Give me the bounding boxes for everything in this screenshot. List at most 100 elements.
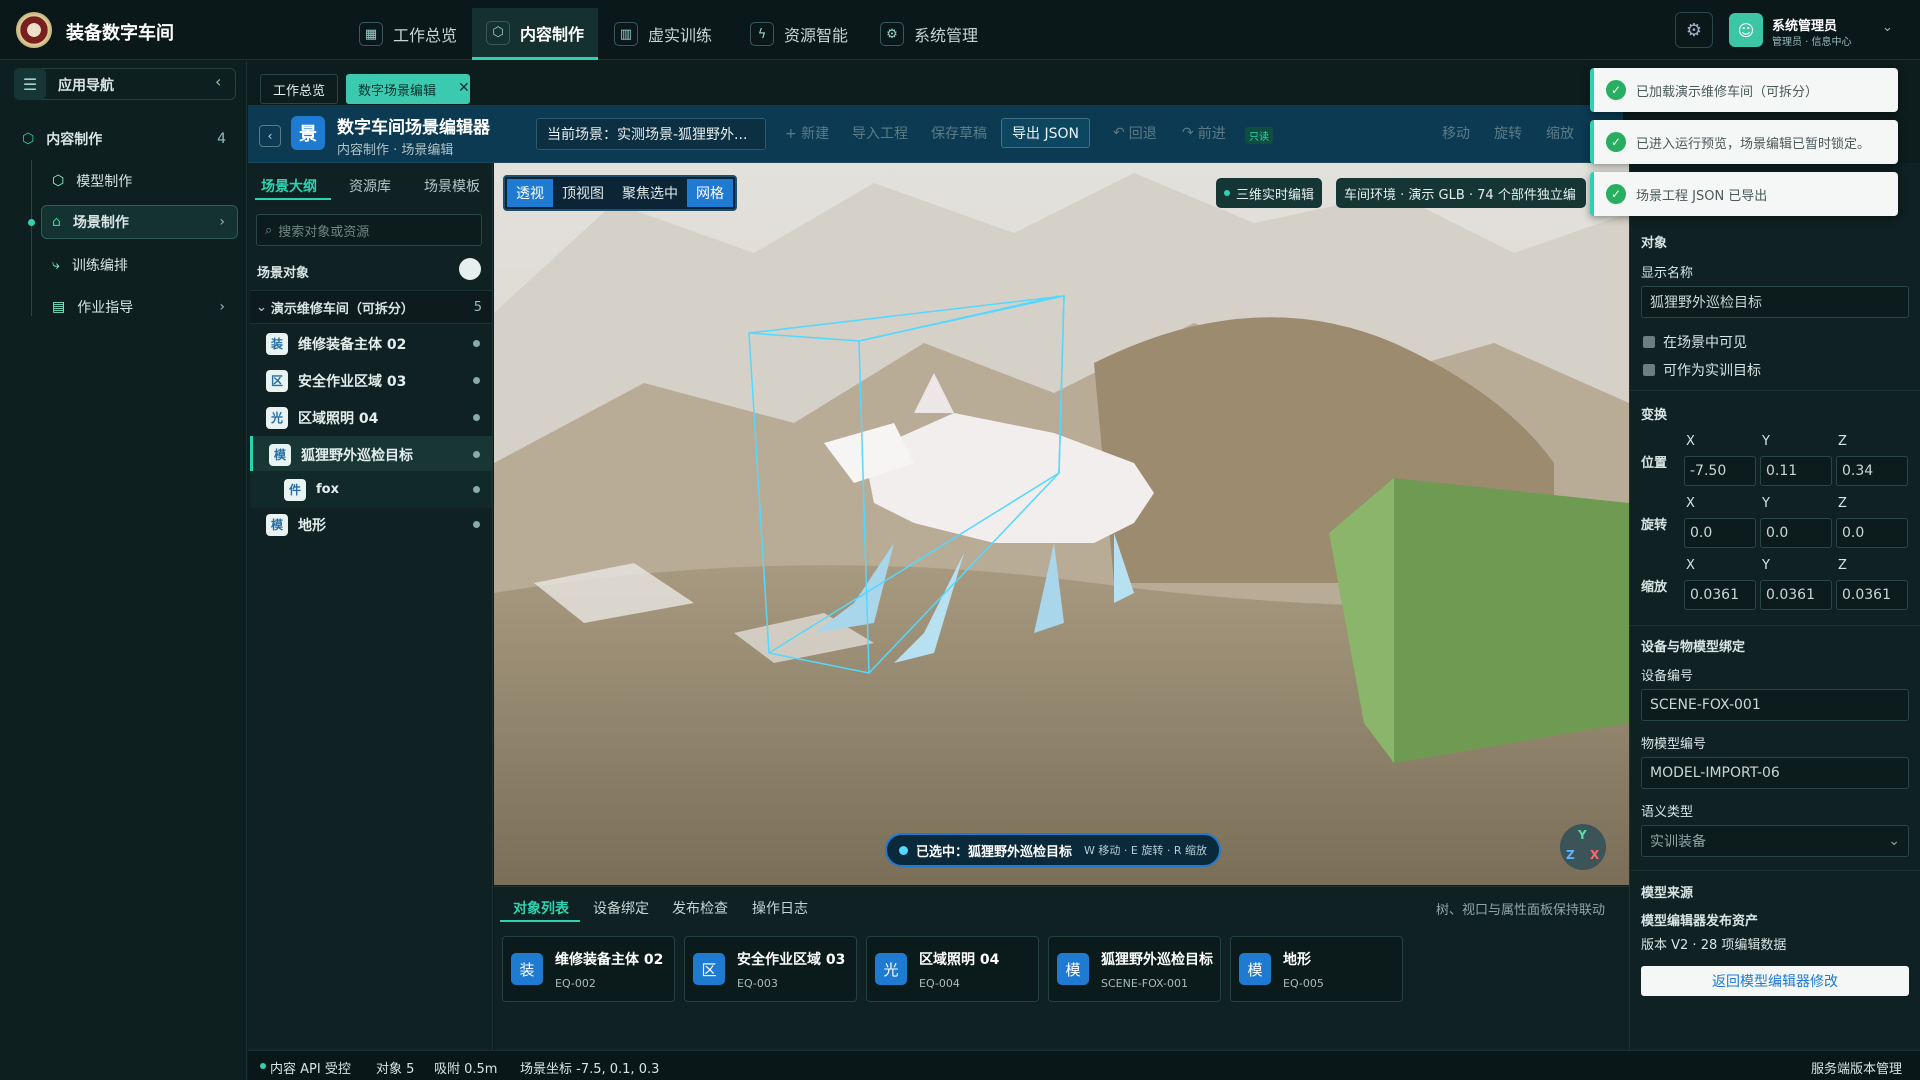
tab-outline[interactable]: 场景大纲 bbox=[261, 176, 317, 196]
save-button[interactable]: 保存草稿 bbox=[921, 118, 997, 148]
visibility-dot[interactable] bbox=[473, 377, 480, 384]
avatar[interactable]: ☺ bbox=[1729, 13, 1763, 47]
binding-heading: 设备与物模型绑定 bbox=[1641, 640, 1746, 655]
flow-icon: ⤷ bbox=[52, 257, 60, 273]
semantic-label: 语义类型 bbox=[1641, 805, 1694, 820]
tree-row[interactable]: 模地形 bbox=[250, 506, 492, 543]
scale-button[interactable]: 缩放 bbox=[1536, 118, 1584, 148]
scene-selector[interactable]: 当前场景：实测场景-狐狸野外... bbox=[536, 118, 766, 150]
axis-y-label: Y bbox=[1762, 434, 1770, 449]
scale-z-input[interactable]: 0.0361 bbox=[1836, 580, 1908, 610]
visibility-dot[interactable] bbox=[473, 340, 480, 347]
check-icon: ✓ bbox=[1606, 184, 1626, 204]
tab-scene-editor[interactable]: 数字场景编辑 bbox=[346, 74, 471, 104]
tab-object-list[interactable]: 对象列表 bbox=[513, 898, 569, 918]
topnav-content[interactable]: ⬡ 内容制作 bbox=[472, 8, 599, 60]
selected-dot bbox=[899, 845, 908, 855]
toast-notification: ✓ 场景工程 JSON 已导出 bbox=[1590, 172, 1898, 216]
tree-row[interactable]: 光区域照明 04 bbox=[250, 399, 492, 436]
object-card[interactable]: 区安全作业区域 03 EQ-003 bbox=[684, 936, 857, 1002]
tab-templates[interactable]: 场景模板 bbox=[424, 176, 480, 196]
tab-publish-check[interactable]: 发布检查 bbox=[672, 898, 728, 918]
3d-viewport[interactable] bbox=[494, 163, 1629, 885]
tree-row[interactable]: 区安全作业区域 03 bbox=[250, 362, 492, 399]
object-card[interactable]: 装维修装备主体 02 EQ-002 bbox=[502, 936, 675, 1002]
home-icon: ⌂ bbox=[52, 214, 61, 230]
display-name-input[interactable]: 狐狸野外巡检目标 bbox=[1641, 286, 1909, 318]
display-name-label: 显示名称 bbox=[1641, 266, 1694, 281]
tree-group[interactable]: ⌄ 演示维修车间（可拆分） 5 bbox=[250, 290, 492, 324]
object-heading: 对象 bbox=[1641, 236, 1668, 251]
axis-y-label: Y bbox=[1762, 558, 1770, 573]
position-y-input[interactable]: 0.11 bbox=[1760, 456, 1832, 486]
focus-button[interactable]: 聚焦选中 bbox=[613, 179, 687, 207]
back-icon[interactable]: ‹ bbox=[259, 125, 281, 147]
nav-item-model[interactable]: ⬡ 模型制作 bbox=[52, 164, 237, 198]
axis-gizmo[interactable]: Y Z X bbox=[1560, 824, 1606, 870]
topnav-system[interactable]: ⚙ 系统管理 bbox=[866, 8, 992, 60]
scale-y-input[interactable]: 0.0361 bbox=[1760, 580, 1832, 610]
tree-row-child[interactable]: 件 fox bbox=[250, 471, 492, 508]
tree-row[interactable]: 装维修装备主体 02 bbox=[250, 325, 492, 362]
collapse-icon[interactable]: ‹ bbox=[215, 72, 221, 91]
menu-icon[interactable]: ☰ bbox=[14, 68, 46, 100]
close-icon[interactable]: ✕ bbox=[458, 80, 470, 96]
nav-item-scene[interactable]: ⌂ 场景制作 › bbox=[41, 205, 238, 239]
visibility-dot[interactable] bbox=[473, 414, 480, 421]
export-json-button[interactable]: 导出 JSON bbox=[1001, 118, 1090, 148]
nav-item-training[interactable]: ⤷ 训练编排 bbox=[52, 248, 237, 282]
tab-device-binding[interactable]: 设备绑定 bbox=[593, 898, 649, 918]
position-x-input[interactable]: -7.50 bbox=[1684, 456, 1756, 486]
visibility-dot[interactable] bbox=[473, 451, 480, 458]
axis-x-label: X bbox=[1686, 434, 1695, 449]
model-label: 物模型编号 bbox=[1641, 737, 1707, 752]
undo-icon: ↶ bbox=[1113, 125, 1125, 141]
grid-icon: ▦ bbox=[359, 22, 383, 46]
add-object-button[interactable] bbox=[459, 258, 481, 280]
rotation-y-input[interactable]: 0.0 bbox=[1760, 518, 1832, 548]
scale-x-input[interactable]: 0.0361 bbox=[1684, 580, 1756, 610]
visibility-dot[interactable] bbox=[473, 521, 480, 528]
settings-button[interactable]: ⚙ bbox=[1675, 12, 1713, 48]
perspective-button[interactable]: 透视 bbox=[507, 179, 553, 207]
version-mgmt: 服务端版本管理 bbox=[1811, 1062, 1903, 1077]
object-card[interactable]: 模狐狸野外巡检目标 SCENE-FOX-001 bbox=[1048, 936, 1221, 1002]
device-input[interactable]: SCENE-FOX-001 bbox=[1641, 689, 1909, 721]
import-button[interactable]: 导入工程 bbox=[842, 118, 918, 148]
top-view-button[interactable]: 顶视图 bbox=[553, 179, 613, 207]
divider bbox=[1630, 625, 1920, 626]
topnav-training[interactable]: ▥ 虚实训练 bbox=[600, 8, 726, 60]
grid-button[interactable]: 网格 bbox=[687, 179, 733, 207]
visibility-dot[interactable] bbox=[473, 486, 480, 493]
tree-heading: 场景对象 bbox=[257, 266, 310, 281]
nav-item-guide[interactable]: ▤ 作业指导 › bbox=[52, 290, 237, 324]
visible-checkbox[interactable]: 在场景中可见 bbox=[1643, 332, 1747, 352]
rotation-x-input[interactable]: 0.0 bbox=[1684, 518, 1756, 548]
axis-z-label: Z bbox=[1838, 434, 1847, 449]
tab-library[interactable]: 资源库 bbox=[349, 176, 391, 196]
nav-section-content[interactable]: ⬡ 内容制作 4 bbox=[10, 122, 236, 156]
model-input[interactable]: MODEL-IMPORT-06 bbox=[1641, 757, 1909, 789]
semantic-select[interactable]: 实训装备 ⌄ bbox=[1641, 825, 1909, 857]
topnav-overview[interactable]: ▦ 工作总览 bbox=[345, 8, 471, 60]
rotation-z-input[interactable]: 0.0 bbox=[1836, 518, 1908, 548]
rotate-button[interactable]: 旋转 bbox=[1484, 118, 1532, 148]
axis-z-label: Z bbox=[1838, 558, 1847, 573]
back-to-model-editor-button[interactable]: 返回模型编辑器修改 bbox=[1641, 966, 1909, 996]
realtime-badge: 三维实时编辑 bbox=[1216, 178, 1323, 208]
tree-search-input[interactable]: ⌕ 搜索对象或资源 bbox=[256, 214, 482, 246]
tree-row-selected[interactable]: 模狐狸野外巡检目标 bbox=[250, 436, 492, 473]
position-z-input[interactable]: 0.34 bbox=[1836, 456, 1908, 486]
tab-operation-log[interactable]: 操作日志 bbox=[752, 898, 808, 918]
target-checkbox[interactable]: 可作为实训目标 bbox=[1643, 360, 1761, 380]
topnav-resources[interactable]: ϟ 资源智能 bbox=[736, 8, 862, 60]
tab-overview[interactable]: 工作总览 bbox=[260, 74, 339, 104]
object-card[interactable]: 光区域照明 04 EQ-004 bbox=[866, 936, 1039, 1002]
redo-button[interactable]: ↷ 前进 bbox=[1172, 118, 1236, 148]
object-card[interactable]: 模地形 EQ-005 bbox=[1230, 936, 1403, 1002]
chevron-down-icon[interactable]: ⌄ bbox=[1882, 20, 1893, 35]
move-button[interactable]: 移动 bbox=[1432, 118, 1480, 148]
undo-button[interactable]: ↶ 回退 bbox=[1103, 118, 1167, 148]
new-button[interactable]: + 新建 bbox=[775, 118, 839, 148]
sync-hint: 树、视口与属性面板保持联动 bbox=[1436, 903, 1606, 918]
